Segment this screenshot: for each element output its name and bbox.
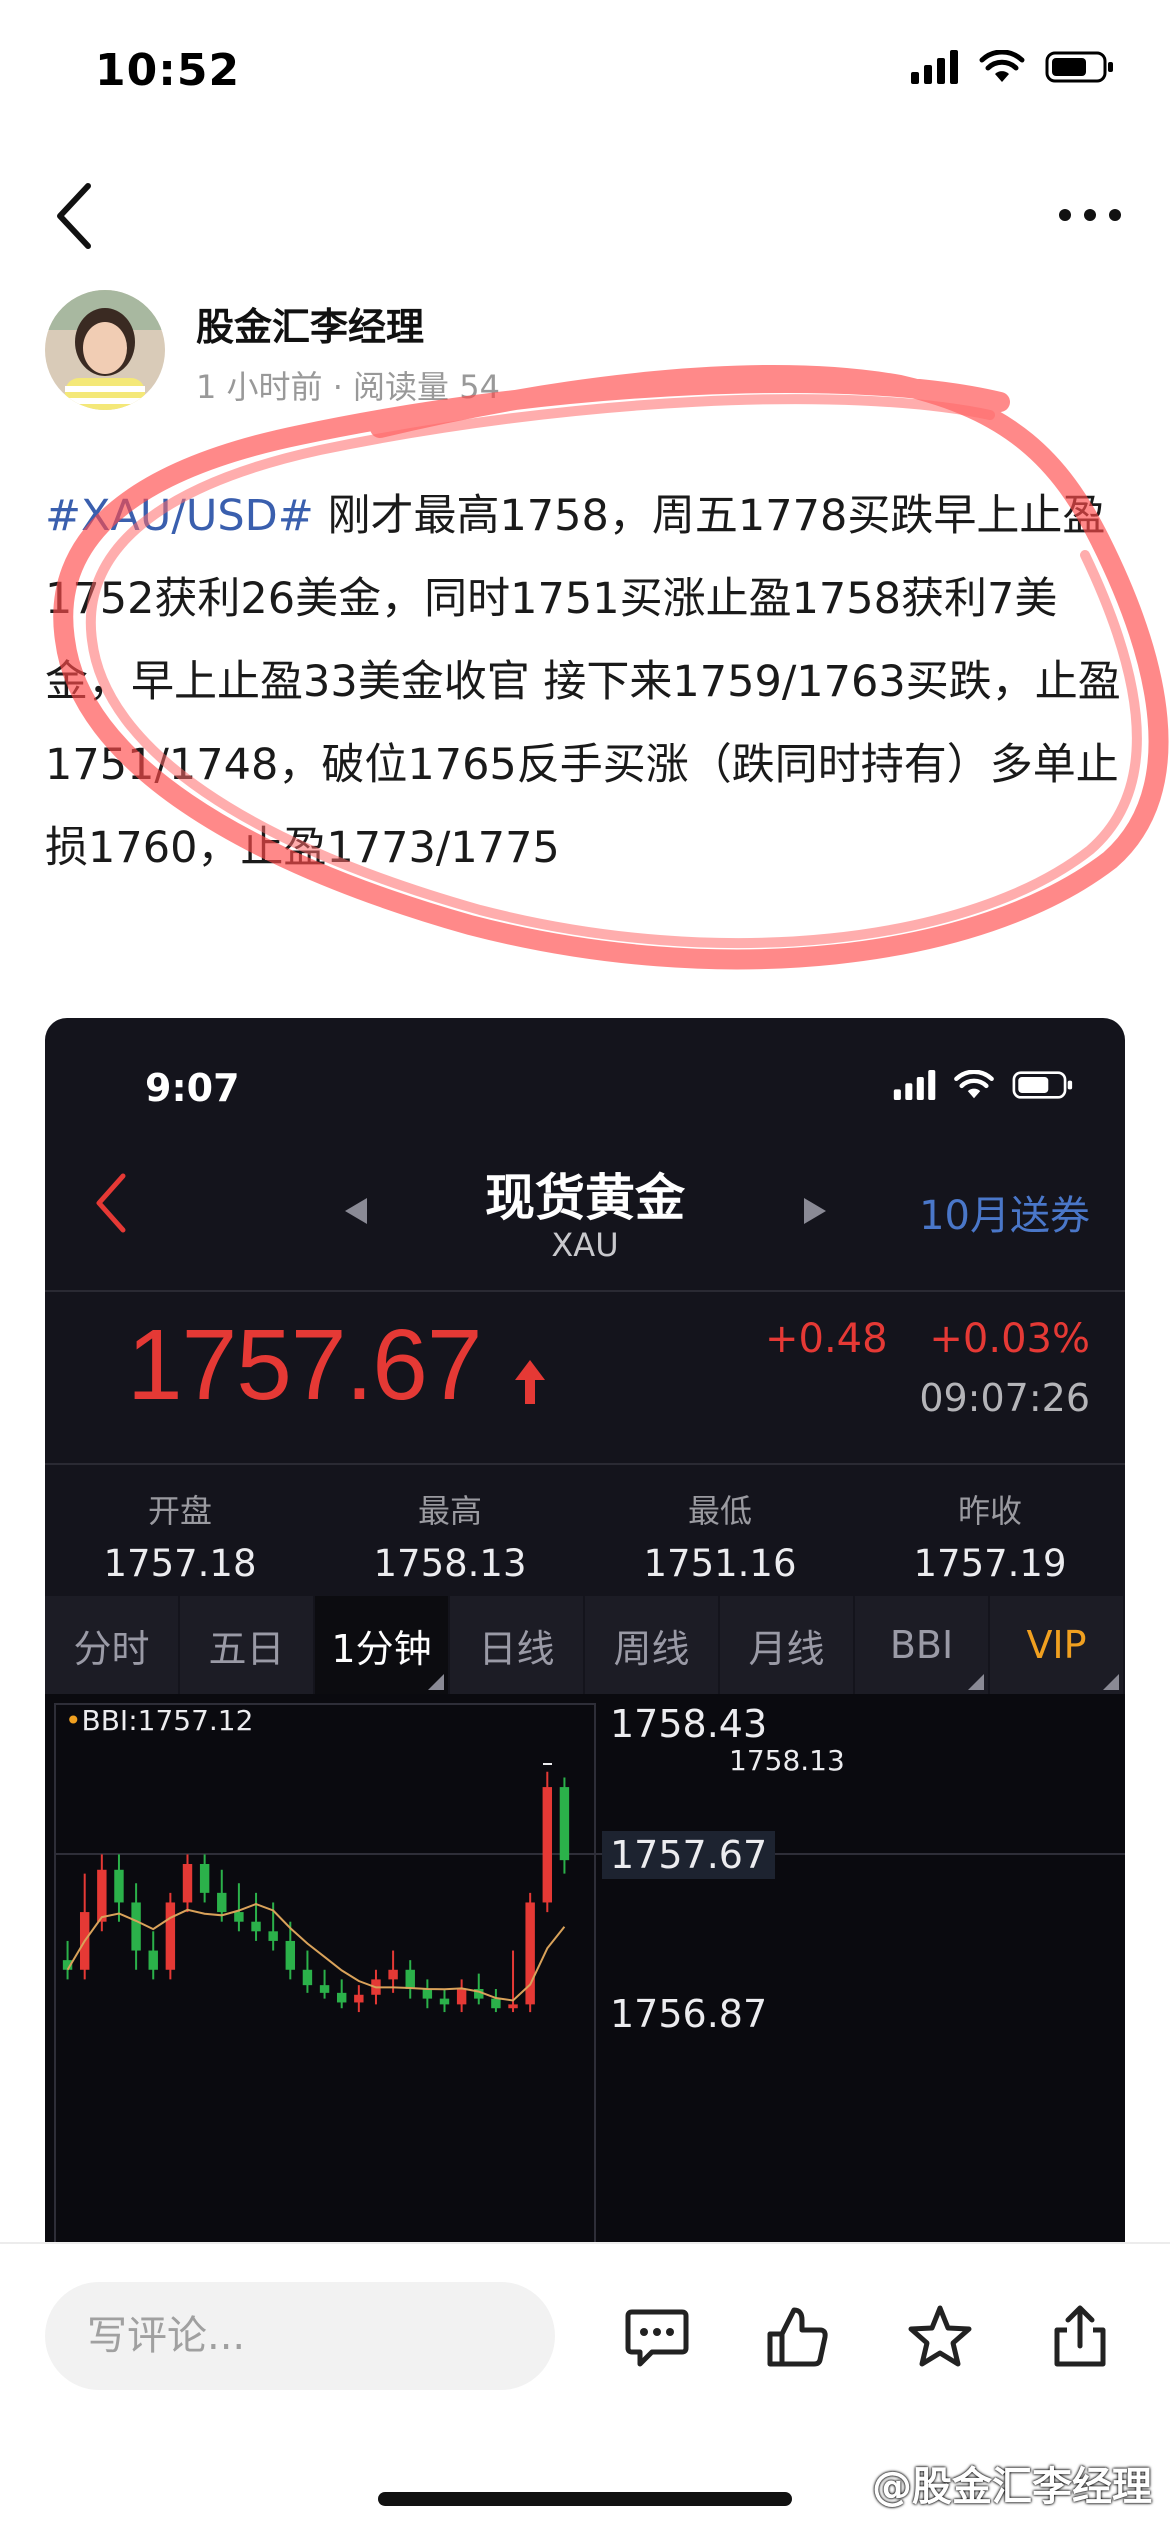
tab-1-minute[interactable]: 1分钟: [315, 1596, 450, 1694]
post-body: 刚才最高1758，周五1778买跌早上止盈1752获利26美金，同时1751买涨…: [45, 491, 1121, 873]
candle-body: [165, 1902, 176, 1970]
tab-label: 1分钟: [331, 1626, 432, 1671]
home-indicator[interactable]: [378, 2492, 792, 2506]
price-up-arrow-icon: [515, 1360, 545, 1404]
tab-vip[interactable]: VIP: [990, 1596, 1125, 1694]
candle-body: [302, 1969, 313, 1986]
price-change-percent: +0.03%: [929, 1316, 1090, 1362]
bbi-indicator: •BBI:1757.12: [65, 1704, 254, 1737]
wifi-icon: [954, 1070, 994, 1099]
candle-body: [388, 1969, 398, 1980]
bbi-value: BBI:1757.12: [81, 1704, 254, 1737]
battery-icon: [1045, 51, 1113, 83]
divider: [45, 1463, 1125, 1465]
candle-body: [405, 1969, 415, 1989]
stat-low: 最低 1751.16: [585, 1486, 855, 1585]
embedded-status-icons: [893, 1070, 1075, 1100]
stat-value: 1751.16: [643, 1542, 797, 1585]
candle-body: [251, 1921, 261, 1932]
author-name[interactable]: 股金汇李经理: [196, 296, 424, 351]
comment-icon[interactable]: [622, 2302, 692, 2372]
avatar-image: [45, 290, 165, 410]
timeframe-tabs: 分时 五日 1分钟 日线 周线 月线 BBI VIP: [45, 1596, 1125, 1694]
candle-body: [559, 1787, 570, 1861]
stat-value: 1757.19: [913, 1542, 1067, 1585]
y-axis-label-current: 1757.67: [602, 1831, 776, 1879]
back-button[interactable]: [48, 178, 108, 254]
candle-body: [422, 1989, 433, 1999]
candle-body: [182, 1864, 193, 1903]
candle-body: [285, 1940, 296, 1970]
candle-body: [319, 1985, 330, 1993]
stat-label: 最低: [687, 1492, 752, 1530]
candle-body: [148, 1950, 158, 1970]
comment-input[interactable]: [45, 2282, 555, 2390]
more-options-button[interactable]: [1055, 200, 1125, 230]
dropdown-corner-icon: [1103, 1674, 1119, 1690]
candle-body: [336, 1992, 347, 2003]
embedded-status-time: 9:07: [145, 1066, 240, 1110]
tab-intraday[interactable]: 分时: [45, 1596, 180, 1694]
wifi-icon: [979, 50, 1025, 82]
candle-body: [439, 1998, 450, 2005]
candle-body: [354, 1994, 364, 2003]
avatar[interactable]: [45, 290, 165, 410]
candle-body: [525, 1902, 535, 2005]
current-price: 1757.67: [127, 1309, 482, 1421]
battery-icon: [1012, 1071, 1073, 1099]
dropdown-corner-icon: [428, 1674, 444, 1690]
candle-body: [508, 2004, 518, 2009]
candle-body: [131, 1902, 141, 1951]
candle-body: [199, 1864, 210, 1893]
candle-body: [97, 1869, 107, 1922]
next-instrument-icon[interactable]: [800, 1196, 830, 1226]
status-time: 10:52: [95, 45, 241, 96]
bbi-line: [66, 1903, 566, 2002]
dropdown-corner-icon: [968, 1674, 984, 1690]
tab-label: VIP: [1026, 1623, 1087, 1667]
post-text: #XAU/USD# 刚才最高1758，周五1778买跌早上止盈1752获利26美…: [45, 475, 1130, 890]
stat-open: 开盘 1757.18: [45, 1486, 315, 1585]
candle-body: [217, 1892, 227, 1913]
tab-label: BBI: [889, 1623, 954, 1667]
post-meta: 1 小时前 · 阅读量 54: [196, 368, 500, 406]
status-bar: 10:52: [0, 0, 1170, 150]
hashtag-link[interactable]: #XAU/USD#: [45, 491, 314, 541]
candle-body: [491, 1998, 501, 2009]
tab-bbi[interactable]: BBI: [855, 1596, 990, 1694]
y-axis-label-bottom: 1756.87: [610, 1992, 768, 2036]
y-axis-label-top: 1758.43: [610, 1702, 768, 1746]
favorite-star-icon[interactable]: [905, 2302, 975, 2372]
divider: [45, 1290, 1125, 1292]
cellular-signal-icon: [911, 50, 958, 84]
watermark: @股金汇李经理: [872, 2464, 1152, 2510]
candle-body: [542, 1787, 553, 1903]
candle-body: [268, 1931, 278, 1941]
like-icon[interactable]: [762, 2302, 832, 2372]
stat-prev-close: 昨收 1757.19: [855, 1486, 1125, 1585]
promo-link[interactable]: 10月送券: [919, 1183, 1090, 1241]
price-change: +0.48: [765, 1316, 888, 1362]
tab-monthly[interactable]: 月线: [720, 1596, 855, 1694]
tab-five-day[interactable]: 五日: [180, 1596, 315, 1694]
candle-body: [234, 1912, 244, 1922]
high-annotation: 1758.13: [729, 1744, 845, 1777]
stat-label: 昨收: [957, 1492, 1022, 1530]
stat-label: 最高: [417, 1492, 482, 1530]
quote-timestamp: 09:07:26: [919, 1376, 1090, 1420]
stat-high: 最高 1758.13: [315, 1486, 585, 1585]
candle-body: [456, 1989, 467, 2005]
stat-value: 1757.18: [103, 1542, 257, 1585]
tab-daily[interactable]: 日线: [450, 1596, 585, 1694]
share-icon[interactable]: [1045, 2302, 1115, 2372]
bottom-action-bar: @股金汇李经理: [0, 2242, 1170, 2532]
cellular-signal-icon: [893, 1070, 936, 1100]
stat-value: 1758.13: [373, 1542, 527, 1585]
tab-weekly[interactable]: 周线: [585, 1596, 720, 1694]
stat-label: 开盘: [147, 1492, 212, 1530]
candle-body: [114, 1869, 124, 1903]
status-icons: [911, 50, 1115, 84]
